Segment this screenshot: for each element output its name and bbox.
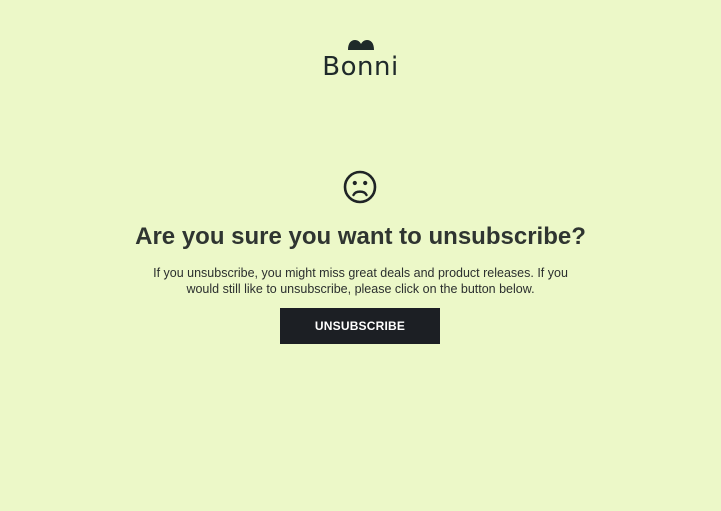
sad-face-icon xyxy=(343,170,377,204)
heart-mark-icon xyxy=(347,40,374,50)
unsubscribe-button[interactable]: UNSUBSCRIBE xyxy=(280,308,440,344)
page-title: Are you sure you want to unsubscribe? xyxy=(135,223,586,250)
unsubscribe-message: If you unsubscribe, you might miss great… xyxy=(153,266,568,296)
brand-name: Bonni xyxy=(322,52,399,82)
brand-logo: Bonni xyxy=(0,40,721,82)
unsubscribe-page: Bonni Are you sure you want to unsubscri… xyxy=(0,0,721,511)
